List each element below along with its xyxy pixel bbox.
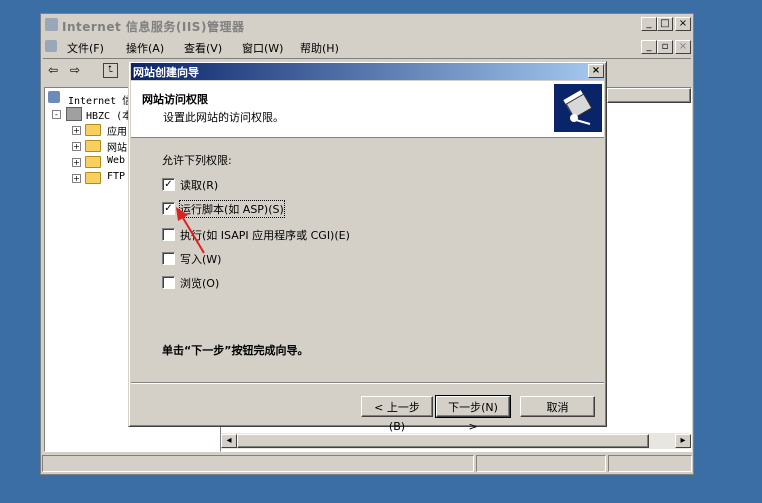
- expand-icon[interactable]: +: [72, 158, 81, 167]
- server-icon: [66, 107, 82, 121]
- folder-icon: [85, 156, 101, 168]
- scroll-left-button[interactable]: ◂: [221, 434, 237, 448]
- tree-root[interactable]: Internet 信: [68, 92, 132, 107]
- folder-icon: [85, 124, 101, 136]
- menu-view[interactable]: 查看(V): [184, 40, 222, 56]
- tree-item-ftp[interactable]: FTP: [107, 171, 125, 182]
- tree-server[interactable]: HBZC (本: [86, 107, 132, 122]
- forward-arrow-icon[interactable]: ⇨: [70, 63, 80, 77]
- cancel-button[interactable]: 取消: [520, 396, 595, 417]
- scrollbar-thumb[interactable]: [237, 434, 649, 448]
- wizard-permissions-icon: [554, 84, 602, 132]
- menu-help[interactable]: 帮助(H): [300, 40, 339, 56]
- tree-item-websites[interactable]: 网站: [107, 139, 127, 154]
- expand-icon[interactable]: +: [72, 142, 81, 151]
- back-button[interactable]: < 上一步(B): [361, 396, 433, 433]
- mmc-doc-icon: [45, 40, 57, 52]
- column-header[interactable]: [607, 88, 691, 103]
- child-close-button[interactable]: ×: [675, 40, 691, 54]
- permission-browse-label[interactable]: 浏览(O): [180, 275, 219, 291]
- expand-icon[interactable]: +: [72, 174, 81, 183]
- dialog-title: 网站创建向导: [133, 66, 199, 79]
- dialog-title-bar[interactable]: [131, 63, 604, 80]
- dialog-close-button[interactable]: ×: [588, 64, 604, 78]
- status-cell: [608, 455, 692, 472]
- folder-icon: [85, 140, 101, 152]
- tree-item-app-pools[interactable]: 应用: [107, 123, 127, 138]
- child-restore-button[interactable]: ▫: [657, 40, 673, 54]
- iis-root-icon: [48, 91, 60, 103]
- maximize-button[interactable]: □: [657, 17, 673, 31]
- collapse-icon[interactable]: -: [52, 110, 61, 119]
- wizard-instruction: 单击“下一步”按钮完成向导。: [162, 344, 309, 357]
- back-arrow-icon[interactable]: ⇦: [48, 63, 58, 77]
- annotation-arrow-icon: [176, 207, 205, 254]
- button-separator: [131, 382, 604, 383]
- status-cell: [42, 455, 474, 472]
- status-cell: [476, 455, 606, 472]
- wizard-step-title: 网站访问权限: [142, 93, 208, 106]
- next-button[interactable]: 下一步(N) >: [435, 395, 511, 433]
- tree-item-web-extensions[interactable]: Web: [107, 155, 125, 166]
- child-minimize-button[interactable]: _: [641, 40, 657, 54]
- up-one-level-icon[interactable]: ⮤: [103, 63, 118, 78]
- checkbox-browse[interactable]: [162, 276, 175, 289]
- permissions-section-label: 允许下列权限:: [162, 154, 232, 167]
- toolbar-divider: [43, 58, 691, 59]
- menu-action[interactable]: 操作(A): [126, 40, 164, 56]
- close-button[interactable]: ×: [675, 17, 691, 31]
- main-window-title: Internet 信息服务(IIS)管理器: [62, 20, 245, 34]
- wizard-step-subtitle: 设置此网站的访问权限。: [163, 111, 284, 124]
- folder-icon: [85, 172, 101, 184]
- scroll-right-button[interactable]: ▸: [675, 434, 691, 448]
- minimize-button[interactable]: _: [641, 17, 657, 31]
- menu-file[interactable]: 文件(F): [67, 40, 104, 56]
- expand-icon[interactable]: +: [72, 126, 81, 135]
- checkbox-read[interactable]: ✓: [162, 178, 175, 191]
- permission-read-label[interactable]: 读取(R): [180, 177, 218, 193]
- iis-app-icon: [45, 18, 58, 31]
- menu-window[interactable]: 窗口(W): [242, 40, 283, 56]
